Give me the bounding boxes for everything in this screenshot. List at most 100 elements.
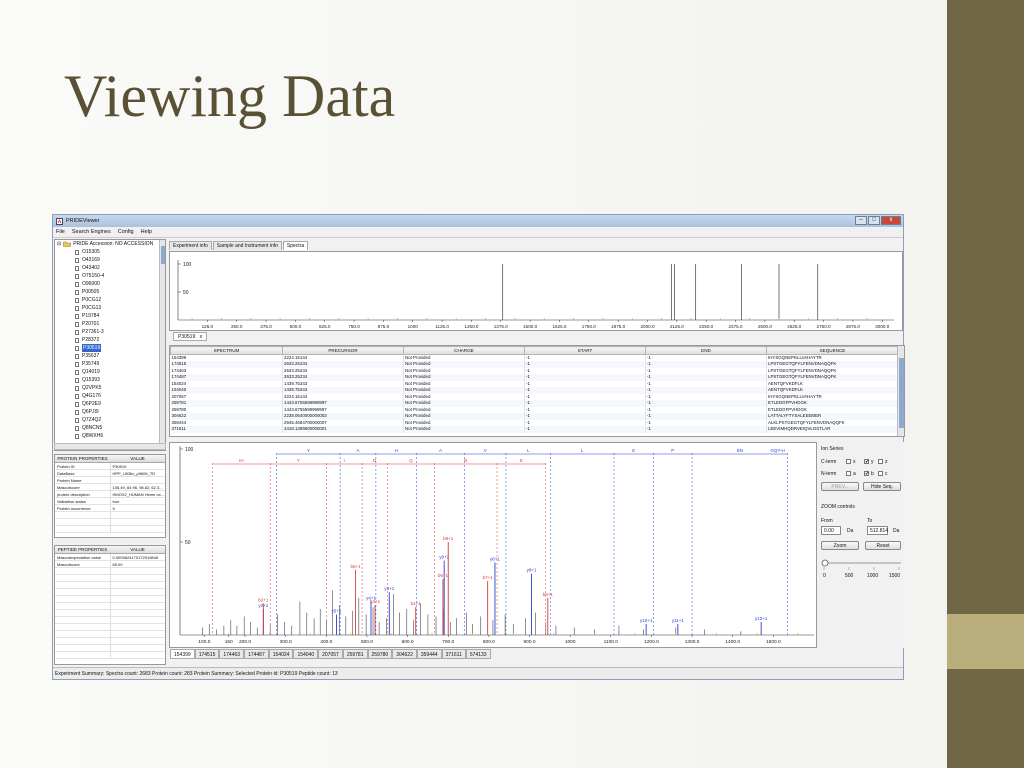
property-row[interactable]	[55, 526, 165, 533]
tree-item[interactable]: Q2VPK5	[55, 384, 165, 392]
spectrum-tab[interactable]: 174463	[219, 649, 245, 659]
tree-item[interactable]: P0CG12	[55, 296, 165, 304]
spectrum-tab[interactable]: 259781	[342, 649, 368, 659]
reset-button[interactable]: Reset	[865, 541, 901, 550]
property-row[interactable]: Protein ID P30519	[55, 463, 165, 470]
tree-item[interactable]: O43402	[55, 264, 165, 272]
tree-item[interactable]: Q8WXH6	[55, 432, 165, 440]
property-row[interactable]	[55, 596, 165, 603]
maximize-button[interactable]: □	[868, 216, 880, 225]
checkbox-x[interactable]	[846, 459, 851, 464]
tree-item[interactable]: P0CG13	[55, 304, 165, 312]
tree-item[interactable]: Q7Z4Q2	[55, 416, 165, 424]
close-icon[interactable]: x	[200, 334, 203, 340]
checkbox-y[interactable]: ✔	[864, 459, 869, 465]
hide-seq-button[interactable]: Hide Seq.	[863, 482, 901, 491]
tree-root[interactable]: ⊟ PRIDE Accession: NO ACCESSION	[55, 240, 165, 248]
col-header[interactable]: VALUE	[110, 455, 165, 462]
scroll-thumb[interactable]	[161, 246, 165, 264]
property-row[interactable]	[55, 610, 165, 617]
spectrum-tab[interactable]: 259780	[367, 649, 393, 659]
property-row[interactable]: Mascotscore 106.49, 64.96, 98.62, 62.3...	[55, 484, 165, 491]
property-row[interactable]	[55, 575, 165, 582]
checkbox-a[interactable]	[846, 471, 851, 476]
tree-item[interactable]: Q6PJI9	[55, 408, 165, 416]
protein-tree[interactable]: ⊟ PRIDE Accession: NO ACCESSION O15305 O4…	[54, 239, 166, 451]
tree-item[interactable]: O15305	[55, 248, 165, 256]
property-row[interactable]	[55, 568, 165, 575]
col-precursor[interactable]: PRECURSOR	[282, 346, 404, 355]
property-row[interactable]	[55, 617, 165, 624]
spectrum-tab[interactable]: 154399	[170, 649, 195, 659]
property-row[interactable]: Mascotscore 65.00	[55, 561, 165, 568]
collapse-icon[interactable]: ⊟	[57, 240, 61, 248]
property-row[interactable]	[55, 589, 165, 596]
menu-file[interactable]: File	[56, 229, 65, 235]
tab-spectra[interactable]: Spectra	[282, 241, 309, 250]
zoom-slider[interactable]	[821, 559, 905, 571]
spectrum-tab[interactable]: 371611	[441, 649, 466, 659]
table-scrollbar[interactable]	[897, 346, 904, 436]
tree-item[interactable]: Q15393	[55, 376, 165, 384]
spectrum-tab[interactable]: 174515	[194, 649, 220, 659]
prev-button[interactable]: PREV...	[821, 482, 859, 491]
subtab-protein[interactable]: P30519 x	[173, 332, 208, 341]
tree-item[interactable]: P35749	[55, 360, 165, 368]
property-row[interactable]	[55, 652, 165, 659]
title-bar[interactable]: PRIDEViewer – □ x	[53, 215, 903, 227]
spectrum-tab[interactable]: 359444	[416, 649, 442, 659]
property-row[interactable]: Protein Name	[55, 477, 165, 484]
spectrum-tab[interactable]: 207057	[318, 649, 343, 659]
property-row[interactable]	[55, 519, 165, 526]
property-row[interactable]: Mascotexpectation value 0.000582417017291…	[55, 554, 165, 561]
col-header[interactable]: PEPTIDE PROPERTIES	[55, 546, 110, 553]
tree-scrollbar[interactable]	[159, 240, 165, 450]
close-button[interactable]: x	[881, 216, 901, 225]
property-row[interactable]	[55, 624, 165, 631]
minimize-button[interactable]: –	[855, 216, 867, 225]
tree-item[interactable]: Q8NCN5	[55, 424, 165, 432]
col-end[interactable]: END	[645, 346, 767, 355]
menu-help[interactable]: Help	[141, 229, 152, 235]
col-spectrum[interactable]: SPECTRUM	[170, 346, 283, 355]
tree-item[interactable]: P20701	[55, 320, 165, 328]
spectrum-tab[interactable]: 154040	[293, 649, 319, 659]
spectrum-tab[interactable]: 304622	[392, 649, 417, 659]
tree-item[interactable]: Q6P2E9	[55, 400, 165, 408]
col-charge[interactable]: CHARGE	[403, 346, 525, 355]
property-row[interactable]	[55, 603, 165, 610]
table-row[interactable]: 371611 3418.1399600000001 Not Provided -1 -1…	[170, 426, 899, 433]
tree-horizontal-scrollbar[interactable]	[54, 443, 166, 450]
to-input[interactable]: 512.814	[867, 526, 888, 535]
tree-item[interactable]: Q4G176	[55, 392, 165, 400]
slider-handle[interactable]	[821, 559, 829, 567]
checkbox-b[interactable]: ✔	[864, 471, 869, 477]
spectrum-tab[interactable]: 154024	[268, 649, 294, 659]
overview-spectrum[interactable]: 100 50 125.0 250.0 375.0 500.0 625.0 750.0 875.0…	[169, 251, 903, 331]
col-start[interactable]: START	[524, 346, 646, 355]
tab-sample-instrument[interactable]: Sample and Instrument info	[212, 241, 282, 250]
tree-item[interactable]: P35637	[55, 352, 165, 360]
tree-item[interactable]: O96000	[55, 280, 165, 288]
property-row[interactable]	[55, 638, 165, 645]
menu-config[interactable]: Config	[118, 229, 134, 235]
spectrum-tab[interactable]: 574133	[465, 649, 491, 659]
tree-item[interactable]: P28372	[55, 336, 165, 344]
tab-experiment-info[interactable]: Experiment info	[169, 241, 212, 250]
spectrum-tab[interactable]: 174487	[244, 649, 269, 659]
checkbox-z[interactable]	[878, 459, 883, 464]
tree-item[interactable]: O43169	[55, 256, 165, 264]
menu-search-engines[interactable]: Search Engines	[72, 229, 111, 235]
property-row[interactable]: Protein occurrence 9	[55, 505, 165, 512]
col-header[interactable]: PROTEIN PROPERTIES	[55, 455, 110, 462]
from-input[interactable]: 0.00	[821, 526, 841, 535]
property-row[interactable]: protein description HMOX2_HUMAN Heme ox..…	[55, 491, 165, 498]
property-row[interactable]: DataBase HPP_UKBio_p9606_TD	[55, 470, 165, 477]
tree-item[interactable]: P00505	[55, 288, 165, 296]
annotated-spectrum[interactable]: 100 50 100.0 200.0 300.0 400.0 500.0 600.0 700.0…	[169, 442, 817, 648]
tree-item[interactable]: P27361-3	[55, 328, 165, 336]
col-sequence[interactable]: SEQUENCE	[766, 346, 899, 355]
property-row[interactable]	[55, 631, 165, 638]
tree-item[interactable]: P19784	[55, 312, 165, 320]
col-header[interactable]: VALUE	[110, 546, 165, 553]
